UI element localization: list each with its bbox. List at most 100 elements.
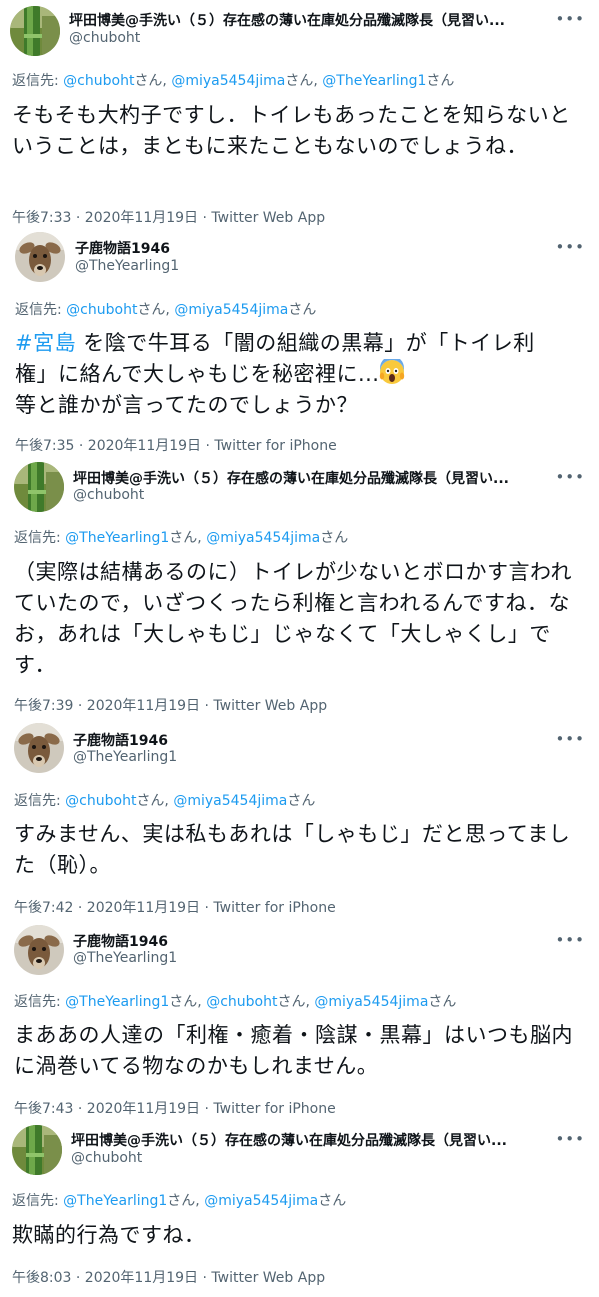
tweet-text: 欺瞞的行為ですね． — [12, 1223, 206, 1247]
deer-avatar-icon — [14, 723, 64, 773]
tweet-text: すみません、実は私もあれは「しゃもじ」だと思ってました（恥）。 — [14, 822, 571, 877]
reply-prefix: 返信先: — [12, 1193, 64, 1209]
reply-prefix: 返信先: — [14, 994, 66, 1010]
reply-to-line: 返信先: @chubohtさん, @miya5454jimaさん — [14, 790, 315, 810]
tweet-text: （実際は結構あるのに）トイレが少ないとボロかす言われていたので，いざつくったら利… — [14, 560, 572, 677]
tweet-timestamp: 午後7:39 · 2020年11月19日 · Twitter Web App — [14, 695, 327, 715]
tweet-timestamp: 午後8:03 · 2020年11月19日 · Twitter Web App — [12, 1267, 325, 1287]
display-name[interactable]: 坪田博美@手洗い（５）存在感の薄い在庫処分品殲滅隊長（見習い... — [71, 1130, 507, 1150]
deer-avatar-icon — [14, 925, 64, 975]
hashtag-link[interactable]: #宮島 — [15, 331, 76, 355]
mention-link[interactable]: @miya5454jima — [206, 530, 320, 546]
deer-avatar-icon — [15, 232, 65, 282]
mention-suffix: さん, — [134, 73, 172, 89]
tweet-text: そもそも大杓子ですし．トイレもあったことを知らないということは，まともに来たこと… — [12, 103, 571, 158]
mention-suffix: さん — [426, 73, 455, 89]
tweet-text-line: を陰で牛耳る「闇の組織の黒幕」が「トイレ利 — [76, 331, 535, 355]
user-handle[interactable]: @chuboht — [69, 30, 140, 46]
source-app-link[interactable]: Twitter for iPhone — [213, 1101, 335, 1117]
plant-stem-avatar-icon — [10, 6, 60, 56]
reply-prefix: 返信先: — [15, 302, 67, 318]
mention-link[interactable]: @miya5454jima — [174, 302, 288, 318]
mention-suffix: さん — [288, 302, 317, 318]
timestamp-text[interactable]: 午後7:43 · 2020年11月19日 · — [14, 1101, 213, 1117]
mention-link[interactable]: @TheYearling1 — [65, 994, 169, 1010]
timestamp-text[interactable]: 午後7:35 · 2020年11月19日 · — [15, 438, 214, 454]
more-options-icon[interactable]: ••• — [555, 1132, 585, 1147]
user-handle[interactable]: @chuboht — [73, 487, 144, 503]
user-handle[interactable]: @chuboht — [71, 1150, 142, 1166]
tweet-text: #宮島 を陰で牛耳る「闇の組織の黒幕」が「トイレ利 権」に絡んで大しゃもじを秘密… — [15, 328, 585, 421]
avatar[interactable] — [10, 6, 60, 56]
mention-link[interactable]: @TheYearling1 — [65, 530, 169, 546]
mention-link[interactable]: @chuboht — [63, 73, 134, 89]
tweet-timestamp: 午後7:42 · 2020年11月19日 · Twitter for iPhon… — [14, 897, 336, 917]
reply-to-line: 返信先: @TheYearling1さん, @miya5454jimaさん — [12, 1190, 346, 1210]
tweet-timestamp: 午後7:43 · 2020年11月19日 · Twitter for iPhon… — [14, 1098, 336, 1118]
mention-suffix: さん, — [169, 530, 207, 546]
mention-link[interactable]: @miya5454jima — [171, 73, 285, 89]
tweet-text: まああの人達の「利権・癒着・陰謀・黒幕」はいつも脳内に渦巻いてる物なのかもしれま… — [14, 1023, 573, 1078]
mention-link[interactable]: @chuboht — [206, 994, 277, 1010]
more-options-icon[interactable]: ••• — [555, 732, 585, 747]
more-options-icon[interactable]: ••• — [555, 933, 585, 948]
reply-to-line: 返信先: @TheYearling1さん, @miya5454jimaさん — [14, 527, 348, 547]
mention-suffix: さん, — [169, 994, 207, 1010]
mention-suffix: さん, — [277, 994, 315, 1010]
timestamp-text[interactable]: 午後8:03 · 2020年11月19日 · — [12, 1270, 211, 1286]
mention-link[interactable]: @miya5454jima — [173, 793, 287, 809]
avatar[interactable] — [14, 462, 64, 512]
mention-link[interactable]: @TheYearling1 — [63, 1193, 167, 1209]
more-options-icon[interactable]: ••• — [555, 470, 585, 485]
mention-suffix: さん, — [285, 73, 323, 89]
avatar[interactable] — [12, 1125, 62, 1175]
more-options-icon[interactable]: ••• — [555, 240, 585, 255]
avatar[interactable] — [15, 232, 65, 282]
avatar[interactable] — [14, 925, 64, 975]
tweet-thread: 坪田博美@手洗い（５）存在感の薄い在庫処分品殲滅隊長（見習い... @chubo… — [0, 0, 599, 1297]
reply-to-line: 返信先: @chubohtさん, @miya5454jimaさん, @TheYe… — [12, 70, 454, 90]
mention-suffix: さん — [428, 994, 457, 1010]
timestamp-text[interactable]: 午後7:39 · 2020年11月19日 · — [14, 698, 213, 714]
user-handle[interactable]: @TheYearling1 — [73, 749, 177, 765]
tweet[interactable]: 坪田博美@手洗い（５）存在感の薄い在庫処分品殲滅隊長（見習い... @chubo… — [0, 0, 599, 226]
tweet[interactable]: 子鹿物語1946 @TheYearling1 ••• 返信先: @chuboht… — [0, 224, 599, 461]
avatar[interactable] — [14, 723, 64, 773]
face-screaming-in-fear-emoji-icon — [380, 359, 405, 384]
user-handle[interactable]: @TheYearling1 — [75, 258, 179, 274]
display-name[interactable]: 坪田博美@手洗い（５）存在感の薄い在庫処分品殲滅隊長（見習い... — [73, 468, 509, 488]
mention-suffix: さん — [318, 1193, 347, 1209]
user-handle[interactable]: @TheYearling1 — [73, 950, 177, 966]
tweet[interactable]: 坪田博美@手洗い（５）存在感の薄い在庫処分品殲滅隊長（見習い... @chubo… — [0, 1121, 599, 1297]
source-app-link[interactable]: Twitter Web App — [213, 698, 327, 714]
mention-link[interactable]: @miya5454jima — [204, 1193, 318, 1209]
mention-suffix: さん, — [137, 302, 175, 318]
reply-prefix: 返信先: — [12, 73, 64, 89]
tweet[interactable]: 子鹿物語1946 @TheYearling1 ••• 返信先: @chuboht… — [0, 719, 599, 922]
mention-link[interactable]: @chuboht — [65, 793, 136, 809]
timestamp-text[interactable]: 午後7:42 · 2020年11月19日 · — [14, 900, 213, 916]
mention-suffix: さん, — [167, 1193, 205, 1209]
tweet-timestamp: 午後7:35 · 2020年11月19日 · Twitter for iPhon… — [15, 435, 337, 455]
tweet-text-line: 権」に絡んで大しゃもじを秘密裡に... — [15, 362, 380, 386]
reply-to-line: 返信先: @TheYearling1さん, @chubohtさん, @miya5… — [14, 991, 456, 1011]
source-app-link[interactable]: Twitter for iPhone — [214, 438, 336, 454]
more-options-icon[interactable]: ••• — [555, 12, 585, 27]
mention-link[interactable]: @chuboht — [66, 302, 137, 318]
mention-link[interactable]: @miya5454jima — [314, 994, 428, 1010]
display-name[interactable]: 子鹿物語1946 — [75, 238, 170, 258]
reply-prefix: 返信先: — [14, 793, 66, 809]
reply-prefix: 返信先: — [14, 530, 66, 546]
tweet[interactable]: 子鹿物語1946 @TheYearling1 ••• 返信先: @TheYear… — [0, 922, 599, 1121]
plant-stem-avatar-icon — [14, 462, 64, 512]
tweet[interactable]: 坪田博美@手洗い（５）存在感の薄い在庫処分品殲滅隊長（見習い... @chubo… — [0, 461, 599, 719]
tweet-text-line: 等と誰かが言ってたのでしょうか？ — [15, 393, 358, 417]
mention-link[interactable]: @TheYearling1 — [322, 73, 426, 89]
display-name[interactable]: 子鹿物語1946 — [73, 730, 168, 750]
source-app-link[interactable]: Twitter Web App — [211, 1270, 325, 1286]
mention-suffix: さん — [287, 793, 316, 809]
reply-to-line: 返信先: @chubohtさん, @miya5454jimaさん — [15, 299, 316, 319]
display-name[interactable]: 子鹿物語1946 — [73, 931, 168, 951]
source-app-link[interactable]: Twitter for iPhone — [213, 900, 335, 916]
display-name[interactable]: 坪田博美@手洗い（５）存在感の薄い在庫処分品殲滅隊長（見習い... — [69, 10, 505, 30]
